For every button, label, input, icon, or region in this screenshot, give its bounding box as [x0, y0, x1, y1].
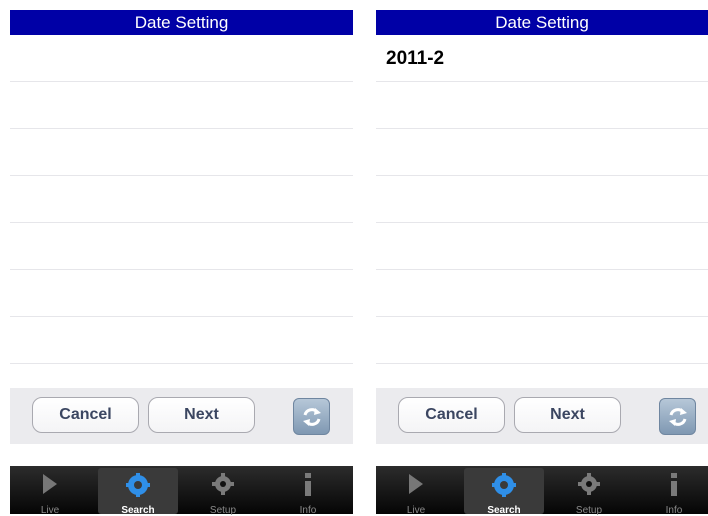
bottom-toolbar: Cancel Next — [376, 388, 708, 444]
bottom-toolbar: Cancel Next — [10, 388, 353, 444]
refresh-icon — [302, 407, 321, 426]
date-setting-screen-left: Date Setting Cancel Next Live Search Set… — [10, 10, 353, 516]
next-button[interactable]: Next — [148, 397, 255, 433]
search-gear-icon — [492, 473, 516, 497]
info-icon — [305, 473, 311, 496]
refresh-button[interactable] — [659, 398, 696, 435]
list-item[interactable] — [376, 270, 708, 317]
tab-label: Info — [299, 505, 317, 516]
tab-label: Setup — [209, 505, 237, 516]
cancel-button[interactable]: Cancel — [32, 397, 139, 433]
list-item[interactable] — [10, 35, 353, 82]
cancel-button[interactable]: Cancel — [398, 397, 505, 433]
list-item[interactable] — [10, 270, 353, 317]
search-gear-icon — [126, 473, 150, 497]
list-item[interactable] — [10, 223, 353, 270]
list-item[interactable] — [376, 129, 708, 176]
list-item[interactable] — [10, 176, 353, 223]
tab-live[interactable]: Live — [10, 468, 90, 516]
gear-icon — [212, 473, 234, 495]
list-item[interactable] — [10, 129, 353, 176]
next-button[interactable]: Next — [514, 397, 621, 433]
date-list[interactable]: 2011-2 — [376, 35, 708, 387]
tab-info[interactable]: Info — [634, 468, 708, 516]
list-item[interactable]: 2011-2 — [376, 35, 708, 82]
tab-bar: Live Search Setup Info — [376, 466, 708, 516]
refresh-button[interactable] — [293, 398, 330, 435]
info-icon — [671, 473, 677, 496]
list-item[interactable] — [376, 223, 708, 270]
list-item[interactable] — [376, 317, 708, 364]
date-list[interactable] — [10, 35, 353, 387]
tab-setup[interactable]: Setup — [549, 468, 629, 516]
tab-search[interactable]: Search — [464, 468, 544, 516]
tab-setup[interactable]: Setup — [183, 468, 263, 516]
page-title: Date Setting — [376, 10, 708, 35]
gear-icon — [578, 473, 600, 495]
tab-label: Search — [121, 505, 155, 516]
tab-live[interactable]: Live — [376, 468, 456, 516]
date-setting-screen-right: Date Setting 2011-2 Cancel Next Live Sea… — [376, 10, 708, 516]
list-item[interactable] — [10, 82, 353, 129]
tab-label: Setup — [575, 505, 603, 516]
tab-bar: Live Search Setup Info — [10, 466, 353, 516]
refresh-icon — [668, 407, 687, 426]
tab-label: Live — [40, 505, 60, 516]
list-item[interactable] — [376, 82, 708, 129]
list-item[interactable] — [376, 176, 708, 223]
tab-info[interactable]: Info — [268, 468, 348, 516]
page-title: Date Setting — [10, 10, 353, 35]
play-icon — [43, 474, 57, 494]
tab-label: Live — [406, 505, 426, 516]
tab-label: Search — [487, 505, 521, 516]
tab-search[interactable]: Search — [98, 468, 178, 516]
play-icon — [409, 474, 423, 494]
tab-label: Info — [665, 505, 683, 516]
list-item[interactable] — [10, 317, 353, 364]
